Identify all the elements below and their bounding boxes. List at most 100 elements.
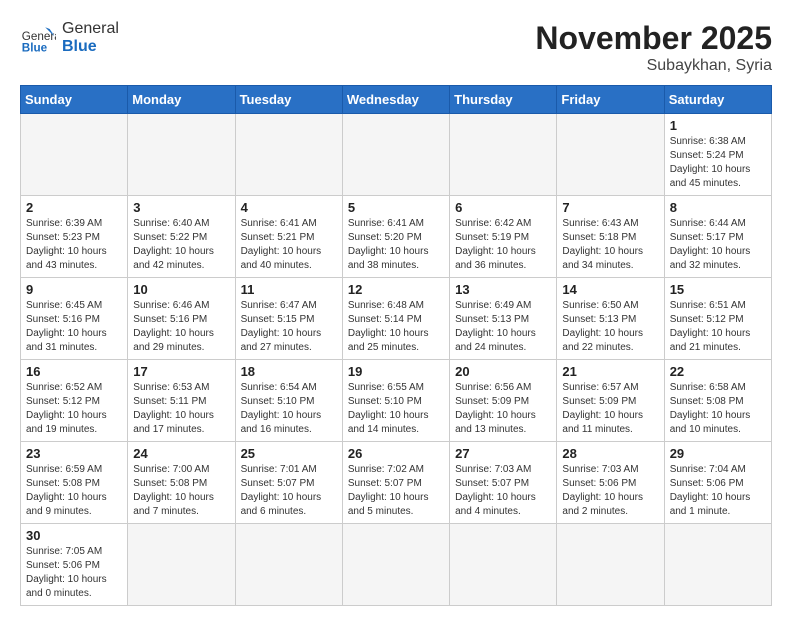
day-number: 17	[133, 364, 229, 379]
day-info: Sunrise: 7:03 AM Sunset: 5:07 PM Dayligh…	[455, 463, 551, 519]
day-info: Sunrise: 6:43 AM Sunset: 5:18 PM Dayligh…	[562, 217, 658, 273]
day-of-week-header: Friday	[557, 86, 664, 114]
calendar-day-cell: 19 Sunrise: 6:55 AM Sunset: 5:10 PM Dayli…	[342, 360, 449, 442]
calendar-day-cell: 4 Sunrise: 6:41 AM Sunset: 5:21 PM Daylig…	[235, 196, 342, 278]
day-info: Sunrise: 6:55 AM Sunset: 5:10 PM Dayligh…	[348, 381, 444, 437]
calendar-day-cell	[342, 114, 449, 196]
day-info: Sunrise: 6:40 AM Sunset: 5:22 PM Dayligh…	[133, 217, 229, 273]
day-number: 6	[455, 200, 551, 215]
day-number: 14	[562, 282, 658, 297]
day-info: Sunrise: 6:39 AM Sunset: 5:23 PM Dayligh…	[26, 217, 122, 273]
day-number: 21	[562, 364, 658, 379]
day-info: Sunrise: 6:42 AM Sunset: 5:19 PM Dayligh…	[455, 217, 551, 273]
day-number: 12	[348, 282, 444, 297]
day-number: 25	[241, 446, 337, 461]
calendar-day-cell	[21, 114, 128, 196]
day-info: Sunrise: 6:44 AM Sunset: 5:17 PM Dayligh…	[670, 217, 766, 273]
day-number: 10	[133, 282, 229, 297]
calendar-day-cell	[450, 114, 557, 196]
day-of-week-header: Wednesday	[342, 86, 449, 114]
calendar-day-cell: 14 Sunrise: 6:50 AM Sunset: 5:13 PM Dayli…	[557, 278, 664, 360]
day-of-week-header: Sunday	[21, 86, 128, 114]
day-number: 18	[241, 364, 337, 379]
calendar-header-row: SundayMondayTuesdayWednesdayThursdayFrid…	[21, 86, 772, 114]
day-info: Sunrise: 6:59 AM Sunset: 5:08 PM Dayligh…	[26, 463, 122, 519]
day-number: 23	[26, 446, 122, 461]
calendar-day-cell	[235, 114, 342, 196]
day-number: 30	[26, 528, 122, 543]
calendar-day-cell: 28 Sunrise: 7:03 AM Sunset: 5:06 PM Dayli…	[557, 442, 664, 524]
calendar-table: SundayMondayTuesdayWednesdayThursdayFrid…	[20, 85, 772, 606]
day-number: 20	[455, 364, 551, 379]
day-info: Sunrise: 6:53 AM Sunset: 5:11 PM Dayligh…	[133, 381, 229, 437]
calendar-day-cell	[664, 524, 771, 606]
day-number: 4	[241, 200, 337, 215]
day-of-week-header: Tuesday	[235, 86, 342, 114]
day-number: 1	[670, 118, 766, 133]
month-title: November 2025	[535, 20, 772, 57]
calendar-day-cell	[235, 524, 342, 606]
calendar-day-cell: 11Sunrise: 6:47 AM Sunset: 5:15 PM Dayli…	[235, 278, 342, 360]
calendar-week-row: 2 Sunrise: 6:39 AM Sunset: 5:23 PM Daylig…	[21, 196, 772, 278]
calendar-day-cell	[557, 114, 664, 196]
calendar-week-row: 16 Sunrise: 6:52 AM Sunset: 5:12 PM Dayli…	[21, 360, 772, 442]
calendar-week-row: 1 Sunrise: 6:38 AM Sunset: 5:24 PM Daylig…	[21, 114, 772, 196]
day-info: Sunrise: 7:04 AM Sunset: 5:06 PM Dayligh…	[670, 463, 766, 519]
day-info: Sunrise: 6:54 AM Sunset: 5:10 PM Dayligh…	[241, 381, 337, 437]
day-info: Sunrise: 6:52 AM Sunset: 5:12 PM Dayligh…	[26, 381, 122, 437]
day-info: Sunrise: 6:48 AM Sunset: 5:14 PM Dayligh…	[348, 299, 444, 355]
calendar-day-cell: 2 Sunrise: 6:39 AM Sunset: 5:23 PM Daylig…	[21, 196, 128, 278]
day-number: 11	[241, 282, 337, 297]
day-number: 9	[26, 282, 122, 297]
calendar-day-cell: 7Sunrise: 6:43 AM Sunset: 5:18 PM Daylig…	[557, 196, 664, 278]
day-number: 19	[348, 364, 444, 379]
calendar-day-cell: 16 Sunrise: 6:52 AM Sunset: 5:12 PM Dayli…	[21, 360, 128, 442]
day-number: 24	[133, 446, 229, 461]
calendar-day-cell: 5Sunrise: 6:41 AM Sunset: 5:20 PM Daylig…	[342, 196, 449, 278]
day-info: Sunrise: 6:50 AM Sunset: 5:13 PM Dayligh…	[562, 299, 658, 355]
day-info: Sunrise: 6:49 AM Sunset: 5:13 PM Dayligh…	[455, 299, 551, 355]
calendar-day-cell: 29Sunrise: 7:04 AM Sunset: 5:06 PM Dayli…	[664, 442, 771, 524]
calendar-week-row: 23 Sunrise: 6:59 AM Sunset: 5:08 PM Dayli…	[21, 442, 772, 524]
day-info: Sunrise: 6:56 AM Sunset: 5:09 PM Dayligh…	[455, 381, 551, 437]
day-number: 13	[455, 282, 551, 297]
calendar-day-cell: 27Sunrise: 7:03 AM Sunset: 5:07 PM Dayli…	[450, 442, 557, 524]
day-number: 2	[26, 200, 122, 215]
logo: General Blue General Blue	[20, 20, 119, 56]
logo-blue-text: Blue	[62, 38, 97, 55]
day-number: 16	[26, 364, 122, 379]
logo-general-text: General	[62, 20, 119, 37]
calendar-week-row: 9Sunrise: 6:45 AM Sunset: 5:16 PM Daylig…	[21, 278, 772, 360]
day-number: 8	[670, 200, 766, 215]
calendar-day-cell: 15Sunrise: 6:51 AM Sunset: 5:12 PM Dayli…	[664, 278, 771, 360]
day-info: Sunrise: 6:57 AM Sunset: 5:09 PM Dayligh…	[562, 381, 658, 437]
calendar-day-cell: 25Sunrise: 7:01 AM Sunset: 5:07 PM Dayli…	[235, 442, 342, 524]
calendar-day-cell	[450, 524, 557, 606]
day-info: Sunrise: 6:58 AM Sunset: 5:08 PM Dayligh…	[670, 381, 766, 437]
day-number: 5	[348, 200, 444, 215]
calendar-day-cell: 13 Sunrise: 6:49 AM Sunset: 5:13 PM Dayli…	[450, 278, 557, 360]
day-info: Sunrise: 7:03 AM Sunset: 5:06 PM Dayligh…	[562, 463, 658, 519]
day-number: 28	[562, 446, 658, 461]
calendar-day-cell: 6 Sunrise: 6:42 AM Sunset: 5:19 PM Daylig…	[450, 196, 557, 278]
svg-text:Blue: Blue	[22, 42, 48, 55]
day-info: Sunrise: 6:41 AM Sunset: 5:21 PM Dayligh…	[241, 217, 337, 273]
calendar-day-cell: 12 Sunrise: 6:48 AM Sunset: 5:14 PM Dayli…	[342, 278, 449, 360]
page-header: General Blue General Blue November 2025 …	[20, 20, 772, 75]
calendar-day-cell	[128, 114, 235, 196]
day-of-week-header: Monday	[128, 86, 235, 114]
calendar-day-cell	[128, 524, 235, 606]
calendar-day-cell: 23 Sunrise: 6:59 AM Sunset: 5:08 PM Dayli…	[21, 442, 128, 524]
calendar-day-cell: 9Sunrise: 6:45 AM Sunset: 5:16 PM Daylig…	[21, 278, 128, 360]
calendar-day-cell: 18 Sunrise: 6:54 AM Sunset: 5:10 PM Dayli…	[235, 360, 342, 442]
day-info: Sunrise: 7:02 AM Sunset: 5:07 PM Dayligh…	[348, 463, 444, 519]
day-number: 3	[133, 200, 229, 215]
day-number: 22	[670, 364, 766, 379]
calendar-day-cell: 21 Sunrise: 6:57 AM Sunset: 5:09 PM Dayli…	[557, 360, 664, 442]
calendar-day-cell: 22 Sunrise: 6:58 AM Sunset: 5:08 PM Dayli…	[664, 360, 771, 442]
calendar-day-cell: 24Sunrise: 7:00 AM Sunset: 5:08 PM Dayli…	[128, 442, 235, 524]
day-number: 26	[348, 446, 444, 461]
calendar-day-cell: 30Sunrise: 7:05 AM Sunset: 5:06 PM Dayli…	[21, 524, 128, 606]
day-info: Sunrise: 6:38 AM Sunset: 5:24 PM Dayligh…	[670, 135, 766, 191]
calendar-day-cell: 26 Sunrise: 7:02 AM Sunset: 5:07 PM Dayli…	[342, 442, 449, 524]
